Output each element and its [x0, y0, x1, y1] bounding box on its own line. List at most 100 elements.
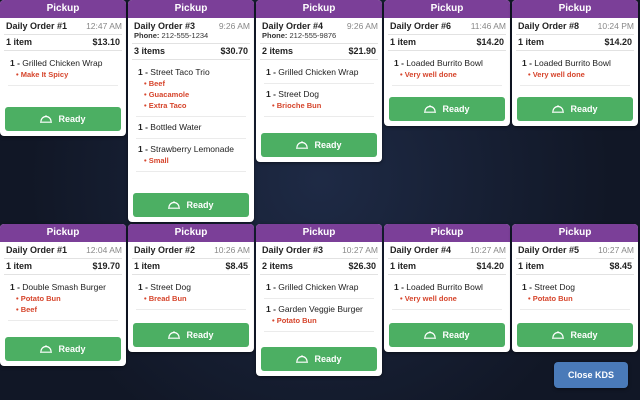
serving-cloche-icon — [296, 141, 309, 149]
order-card: Pickup Daily Order #8 10:24 PM 1 item $14.20… — [512, 0, 638, 126]
item-modifier: • Very well done — [400, 70, 457, 79]
item-modifier: • Guacamole — [144, 90, 190, 99]
serving-cloche-icon — [40, 345, 53, 353]
order-total: $8.45 — [225, 261, 248, 271]
ready-button[interactable]: Ready — [517, 97, 633, 121]
order-card: Pickup Daily Order #1 12:04 AM 1 item $19.70… — [0, 224, 126, 366]
ready-button[interactable]: Ready — [5, 337, 121, 361]
order-card: Pickup Daily Order #2 10:26 AM 1 item $8.45 1… — [128, 224, 254, 352]
order-name: Daily Order #3 — [262, 245, 324, 255]
ready-button[interactable]: Ready — [517, 323, 633, 347]
order-line-item: 1 - Garden Veggie Burger • Potato Bun — [264, 299, 374, 332]
order-name: Daily Order #2 — [134, 245, 196, 255]
order-line-item: 1 - Loaded Burrito Bowl • Very well done — [392, 277, 502, 310]
ready-button[interactable]: Ready — [261, 347, 377, 371]
order-time: 12:04 AM — [86, 245, 122, 255]
order-time: 10:26 AM — [214, 245, 250, 255]
item-modifier: • Small — [144, 156, 169, 165]
order-type-header: Pickup — [128, 224, 254, 242]
ready-button[interactable]: Ready — [5, 107, 121, 131]
order-summary: 1 item $8.45 — [516, 258, 634, 275]
order-card: Pickup Daily Order #1 12:47 AM 1 item $13.10… — [0, 0, 126, 136]
item-name: Double Smash Burger — [22, 282, 106, 292]
ready-button[interactable]: Ready — [389, 323, 505, 347]
serving-cloche-icon — [168, 201, 181, 209]
order-name: Daily Order #4 — [262, 21, 324, 31]
ready-button[interactable]: Ready — [133, 193, 249, 217]
order-time: 10:27 AM — [342, 245, 378, 255]
order-card: Pickup Daily Order #3 10:27 AM 2 items $26.3… — [256, 224, 382, 376]
order-type-header: Pickup — [384, 0, 510, 18]
order-name: Daily Order #5 — [518, 245, 580, 255]
item-count: 1 item — [390, 37, 417, 47]
order-total: $8.45 — [609, 261, 632, 271]
order-time: 10:24 PM — [597, 21, 634, 31]
item-name: Street Taco Trio — [150, 67, 210, 77]
order-summary: 1 item $14.20 — [388, 34, 506, 51]
item-name: Street Dog — [150, 282, 191, 292]
item-name: Grilled Chicken Wrap — [278, 282, 359, 292]
order-time: 10:27 AM — [598, 245, 634, 255]
order-summary: 3 items $30.70 — [132, 43, 250, 60]
order-name: Daily Order #8 — [518, 21, 580, 31]
order-type-header: Pickup — [128, 0, 254, 18]
order-line-item: 1 - Grilled Chicken Wrap — [264, 277, 374, 299]
item-count: 1 item — [518, 37, 545, 47]
close-kds-button[interactable]: Close KDS — [554, 362, 628, 388]
order-type-header: Pickup — [0, 224, 126, 242]
ready-button[interactable]: Ready — [133, 323, 249, 347]
order-summary: 1 item $14.20 — [388, 258, 506, 275]
order-card: Pickup Daily Order #4 10:27 AM 1 item $14.20… — [384, 224, 510, 352]
order-name: Daily Order #3 — [134, 21, 196, 31]
item-modifier: • Bread Bun — [144, 294, 187, 303]
order-card: Pickup Daily Order #6 11:46 AM 1 item $14.20… — [384, 0, 510, 126]
order-total: $19.70 — [92, 261, 120, 271]
order-line-item: 1 - Street Taco Trio • Beef • Guacamole • E… — [136, 62, 246, 117]
item-modifier: • Beef — [144, 79, 165, 88]
order-line-item: 1 - Bottled Water — [136, 117, 246, 139]
item-count: 3 items — [134, 46, 166, 56]
item-modifier: • Very well done — [528, 70, 585, 79]
customer-phone: Phone: 212-555-9876 — [262, 31, 337, 40]
order-line-item: 1 - Grilled Chicken Wrap • Make It Spicy — [8, 53, 118, 86]
order-total: $14.20 — [476, 37, 504, 47]
order-summary: 1 item $14.20 — [516, 34, 634, 51]
item-count: 2 items — [262, 261, 294, 271]
order-line-item: 1 - Strawberry Lemonade • Small — [136, 139, 246, 172]
item-modifier: • Make It Spicy — [16, 70, 69, 79]
order-summary: 1 item $13.10 — [4, 34, 122, 51]
item-count: 1 item — [134, 261, 161, 271]
order-total: $14.20 — [476, 261, 504, 271]
item-modifier: • Beef — [16, 305, 37, 314]
order-type-header: Pickup — [0, 0, 126, 18]
item-name: Street Dog — [534, 282, 575, 292]
ready-button[interactable]: Ready — [389, 97, 505, 121]
item-name: Street Dog — [278, 89, 319, 99]
order-total: $14.20 — [604, 37, 632, 47]
order-type-header: Pickup — [512, 0, 638, 18]
item-name: Loaded Burrito Bowl — [534, 58, 611, 68]
item-name: Loaded Burrito Bowl — [406, 58, 483, 68]
order-name: Daily Order #4 — [390, 245, 452, 255]
item-modifier: • Very well done — [400, 294, 457, 303]
order-line-item: 1 - Loaded Burrito Bowl • Very well done — [392, 53, 502, 86]
customer-phone: Phone: 212-555-1234 — [134, 31, 209, 40]
serving-cloche-icon — [552, 105, 565, 113]
serving-cloche-icon — [552, 331, 565, 339]
order-line-item: 1 - Street Dog • Bread Bun — [136, 277, 246, 310]
order-line-item: 1 - Double Smash Burger • Potato Bun • Bee… — [8, 277, 118, 321]
serving-cloche-icon — [168, 331, 181, 339]
item-name: Loaded Burrito Bowl — [406, 282, 483, 292]
order-total: $30.70 — [220, 46, 248, 56]
serving-cloche-icon — [40, 115, 53, 123]
ready-button[interactable]: Ready — [261, 133, 377, 157]
order-time: 11:46 AM — [470, 21, 506, 31]
order-time: 10:27 AM — [470, 245, 506, 255]
order-card: Pickup Daily Order #5 10:27 AM 1 item $8.45 1… — [512, 224, 638, 352]
item-modifier: • Brioche Bun — [272, 101, 322, 110]
item-name: Bottled Water — [150, 122, 202, 132]
order-line-item: 1 - Loaded Burrito Bowl • Very well done — [520, 53, 630, 86]
order-line-item: 1 - Street Dog • Brioche Bun — [264, 84, 374, 117]
order-card: Pickup Daily Order #4 9:26 AM Phone: 212-55… — [256, 0, 382, 162]
order-type-header: Pickup — [256, 0, 382, 18]
